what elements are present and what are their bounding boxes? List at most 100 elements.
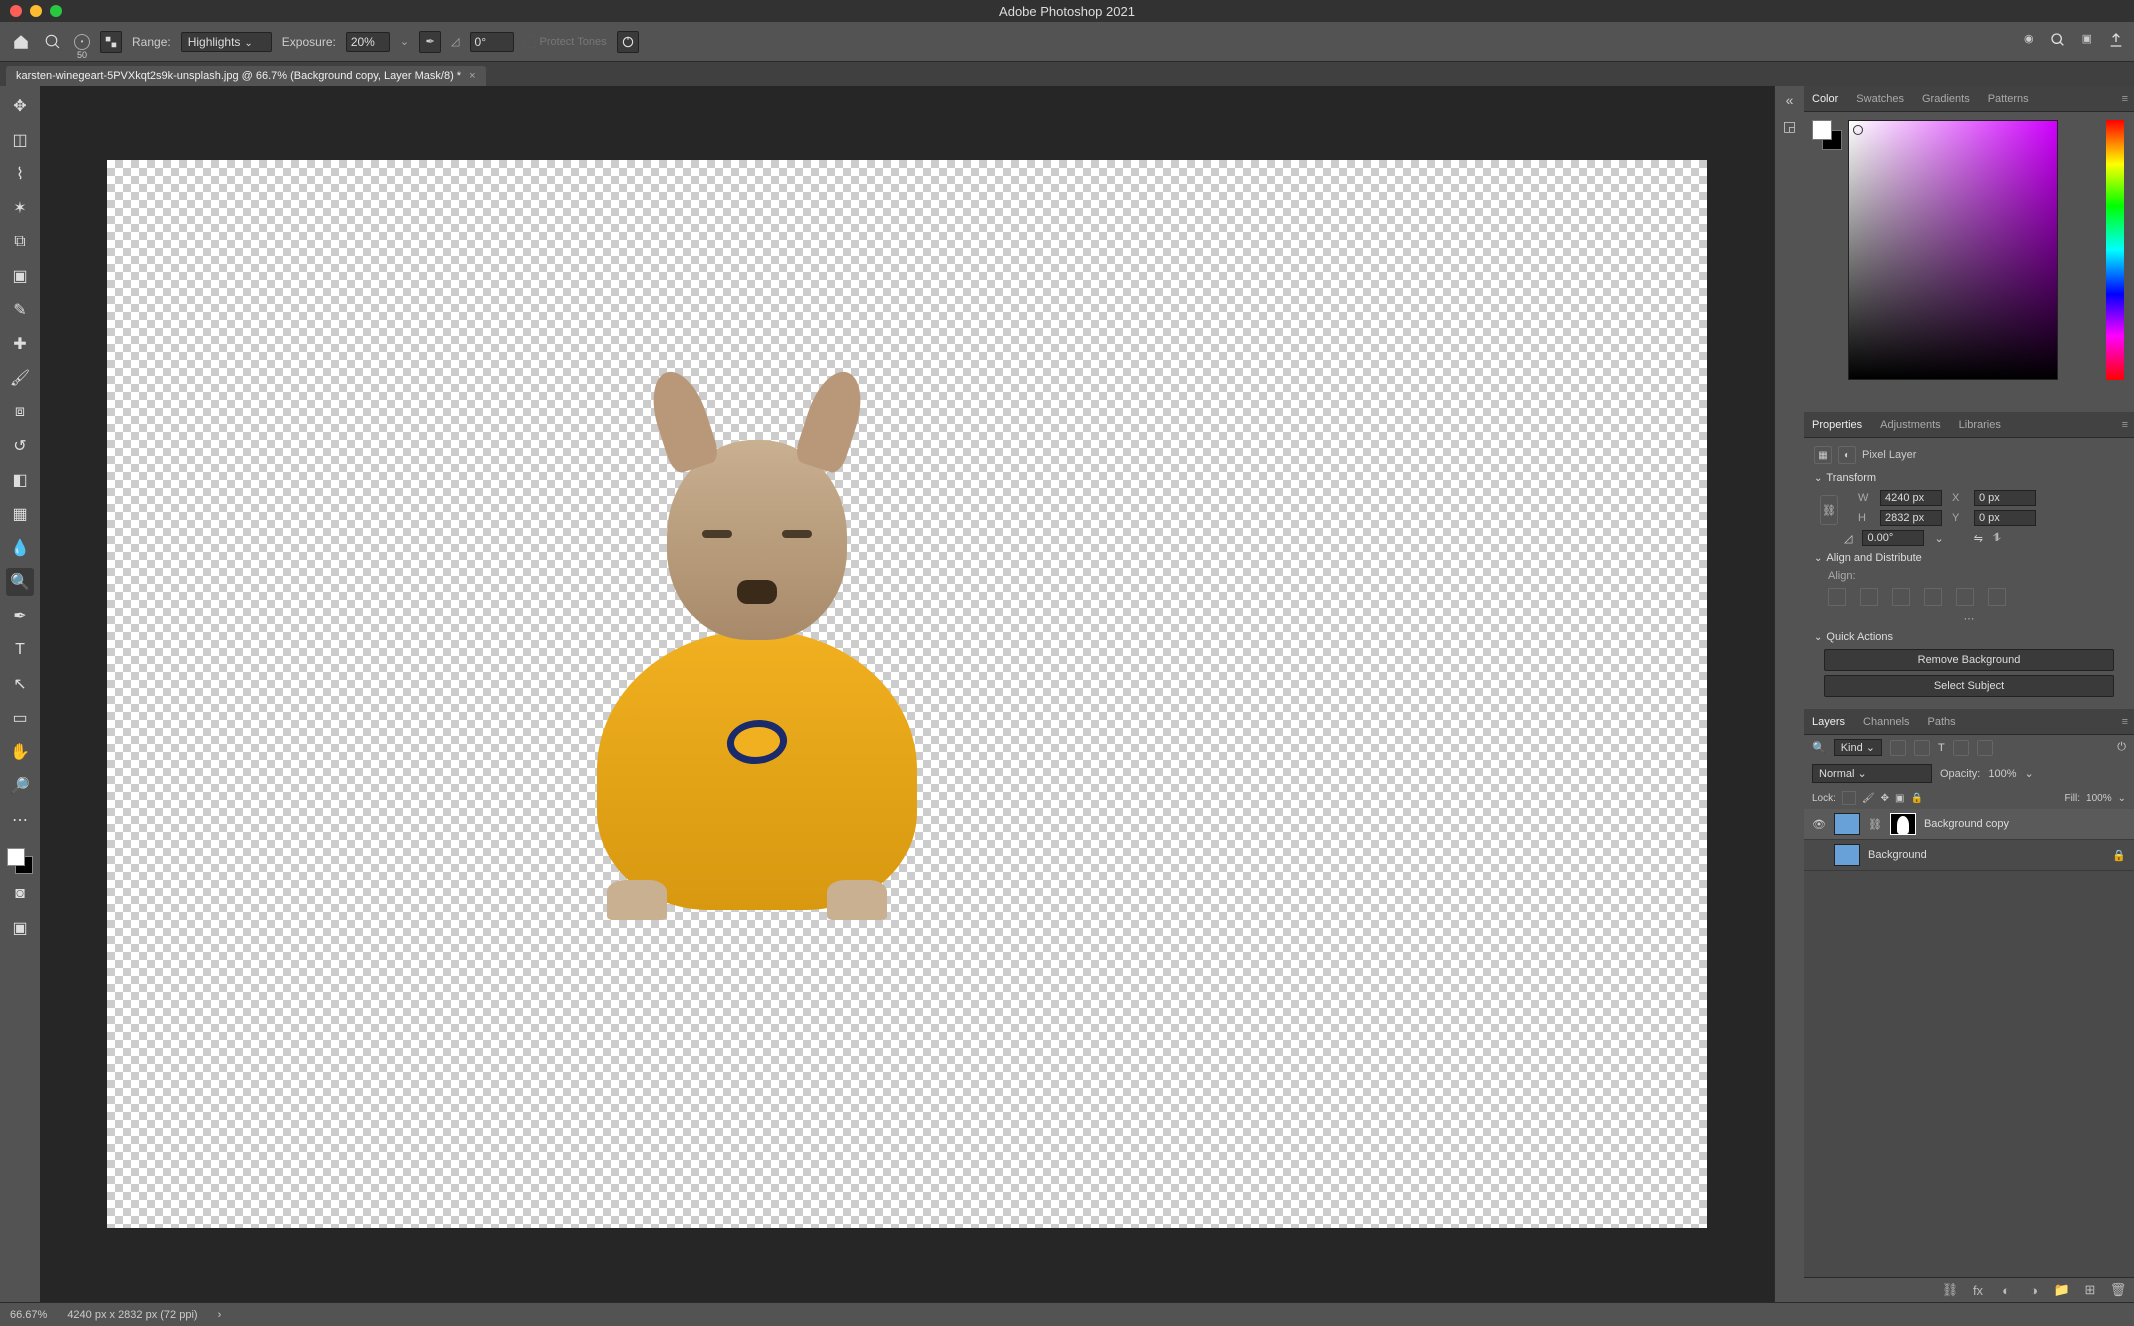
- panel-menu-icon[interactable]: ≡: [2122, 716, 2128, 728]
- filter-shape-icon[interactable]: [1953, 740, 1969, 756]
- tab-color[interactable]: Color: [1810, 89, 1840, 109]
- eyedropper-tool-icon[interactable]: ✎: [6, 296, 34, 324]
- rectangle-tool-icon[interactable]: ▭: [6, 704, 34, 732]
- tool-preset-icon[interactable]: [42, 31, 64, 53]
- lock-all-icon[interactable]: 🔒: [1910, 793, 1922, 804]
- history-panel-icon[interactable]: ◲: [1783, 118, 1796, 135]
- align-vcenter-icon[interactable]: [1956, 588, 1974, 606]
- height-input[interactable]: 2832 px: [1880, 510, 1942, 526]
- panel-menu-icon[interactable]: ≡: [2122, 419, 2128, 431]
- eraser-tool-icon[interactable]: ◧: [6, 466, 34, 494]
- tab-patterns[interactable]: Patterns: [1986, 89, 2031, 109]
- layer-thumbnail[interactable]: [1834, 813, 1860, 835]
- dodge-tool-icon[interactable]: 🔍: [6, 568, 34, 596]
- opacity-chevron-icon[interactable]: ⌄: [2025, 767, 2034, 780]
- y-input[interactable]: 0 px: [1974, 510, 2036, 526]
- share-icon[interactable]: [2108, 32, 2124, 51]
- tab-properties[interactable]: Properties: [1810, 415, 1864, 435]
- tab-adjustments[interactable]: Adjustments: [1878, 415, 1943, 435]
- transform-section[interactable]: Transform: [1814, 472, 2124, 484]
- quick-mask-icon[interactable]: ◙: [6, 880, 34, 908]
- align-section[interactable]: Align and Distribute: [1814, 552, 2124, 564]
- more-icon[interactable]: ⋯: [1814, 612, 2124, 625]
- align-right-icon[interactable]: [1892, 588, 1910, 606]
- pen-tool-icon[interactable]: ✒: [6, 602, 34, 630]
- canvas-area[interactable]: [40, 86, 1774, 1302]
- pressure-icon[interactable]: [617, 31, 639, 53]
- hand-tool-icon[interactable]: ✋: [6, 738, 34, 766]
- tab-channels[interactable]: Channels: [1861, 712, 1911, 732]
- cloud-docs-icon[interactable]: ◉: [2024, 32, 2034, 51]
- layer-fx-icon[interactable]: fx: [1970, 1282, 1986, 1298]
- panel-menu-icon[interactable]: ≡: [2122, 93, 2128, 105]
- filter-type-icon[interactable]: T: [1938, 742, 1945, 754]
- flip-v-icon[interactable]: ⥮: [1993, 532, 2001, 545]
- delete-layer-icon[interactable]: 🗑: [2110, 1282, 2126, 1298]
- angle-chevron-icon[interactable]: ⌄: [1934, 532, 1943, 545]
- group-icon[interactable]: 📁: [2054, 1282, 2070, 1298]
- canvas[interactable]: [107, 160, 1707, 1228]
- angle-input[interactable]: 0°: [470, 32, 514, 52]
- type-tool-icon[interactable]: T: [6, 636, 34, 664]
- link-layers-icon[interactable]: ⛓: [1942, 1282, 1958, 1298]
- path-select-tool-icon[interactable]: ↖: [6, 670, 34, 698]
- filter-adjust-icon[interactable]: [1914, 740, 1930, 756]
- color-picker-handle[interactable]: [1853, 125, 1863, 135]
- filter-search-icon[interactable]: 🔍: [1812, 741, 1826, 754]
- lock-transparency-icon[interactable]: [1842, 791, 1856, 805]
- mask-link-icon[interactable]: ⛓: [1868, 818, 1882, 831]
- remove-background-button[interactable]: Remove Background: [1824, 649, 2114, 671]
- frame-tool-icon[interactable]: ▣: [6, 262, 34, 290]
- link-wh-icon[interactable]: ⛓: [1820, 495, 1838, 525]
- lock-position-icon[interactable]: ✥: [1881, 793, 1889, 804]
- flip-h-icon[interactable]: ⇋: [1974, 532, 1983, 545]
- layer-mask-thumbnail[interactable]: [1890, 813, 1916, 835]
- tab-swatches[interactable]: Swatches: [1854, 89, 1906, 109]
- foreground-color-swatch[interactable]: [7, 848, 25, 866]
- search-icon[interactable]: [2050, 32, 2066, 51]
- quick-select-tool-icon[interactable]: ✶: [6, 194, 34, 222]
- lock-artboard-icon[interactable]: ▣: [1895, 793, 1904, 804]
- fill-input[interactable]: 100%: [2086, 793, 2112, 804]
- align-top-icon[interactable]: [1924, 588, 1942, 606]
- rotation-input[interactable]: 0.00°: [1862, 530, 1924, 546]
- color-field[interactable]: [1848, 120, 2058, 380]
- airbrush-icon[interactable]: ✒︎: [419, 31, 441, 53]
- align-hcenter-icon[interactable]: [1860, 588, 1878, 606]
- marquee-tool-icon[interactable]: ◫: [6, 126, 34, 154]
- color-swatches[interactable]: [7, 848, 33, 874]
- filter-smart-icon[interactable]: [1977, 740, 1993, 756]
- clone-tool-icon[interactable]: ⧈: [6, 398, 34, 426]
- zoom-readout[interactable]: 66.67%: [10, 1309, 47, 1321]
- history-brush-tool-icon[interactable]: ↺: [6, 432, 34, 460]
- home-icon[interactable]: [10, 31, 32, 53]
- zoom-tool-icon[interactable]: 🔎: [6, 772, 34, 800]
- tab-gradients[interactable]: Gradients: [1920, 89, 1972, 109]
- align-bottom-icon[interactable]: [1988, 588, 2006, 606]
- gradient-tool-icon[interactable]: ▦: [6, 500, 34, 528]
- collapse-panels-icon[interactable]: «: [1786, 92, 1794, 108]
- crop-tool-icon[interactable]: ⧉: [6, 228, 34, 256]
- edit-toolbar-icon[interactable]: ⋯: [6, 806, 34, 834]
- layer-row[interactable]: 👁 ⛓ Background copy: [1804, 809, 2134, 840]
- hue-slider[interactable]: [2106, 120, 2124, 380]
- range-select[interactable]: Highlights: [181, 32, 272, 52]
- doc-info[interactable]: 4240 px x 2832 px (72 ppi): [67, 1309, 197, 1321]
- move-tool-icon[interactable]: ✥: [6, 92, 34, 120]
- opacity-input[interactable]: 100%: [1988, 768, 2016, 780]
- x-input[interactable]: 0 px: [1974, 490, 2036, 506]
- document-tab[interactable]: karsten-winegeart-5PVXkqt2s9k-unsplash.j…: [6, 66, 486, 86]
- layer-name[interactable]: Background copy: [1924, 818, 2009, 830]
- filter-kind-select[interactable]: Kind ⌄: [1834, 739, 1882, 756]
- width-input[interactable]: 4240 px: [1880, 490, 1942, 506]
- layer-name[interactable]: Background: [1868, 849, 1927, 861]
- blend-mode-select[interactable]: Normal ⌄: [1812, 764, 1932, 783]
- maximize-window-icon[interactable]: [50, 5, 62, 17]
- layer-row[interactable]: Background 🔒: [1804, 840, 2134, 871]
- new-layer-icon[interactable]: ⊞: [2082, 1282, 2098, 1298]
- align-left-icon[interactable]: [1828, 588, 1846, 606]
- filter-pixel-icon[interactable]: [1890, 740, 1906, 756]
- layer-thumbnail[interactable]: [1834, 844, 1860, 866]
- tab-libraries[interactable]: Libraries: [1957, 415, 2003, 435]
- close-window-icon[interactable]: [10, 5, 22, 17]
